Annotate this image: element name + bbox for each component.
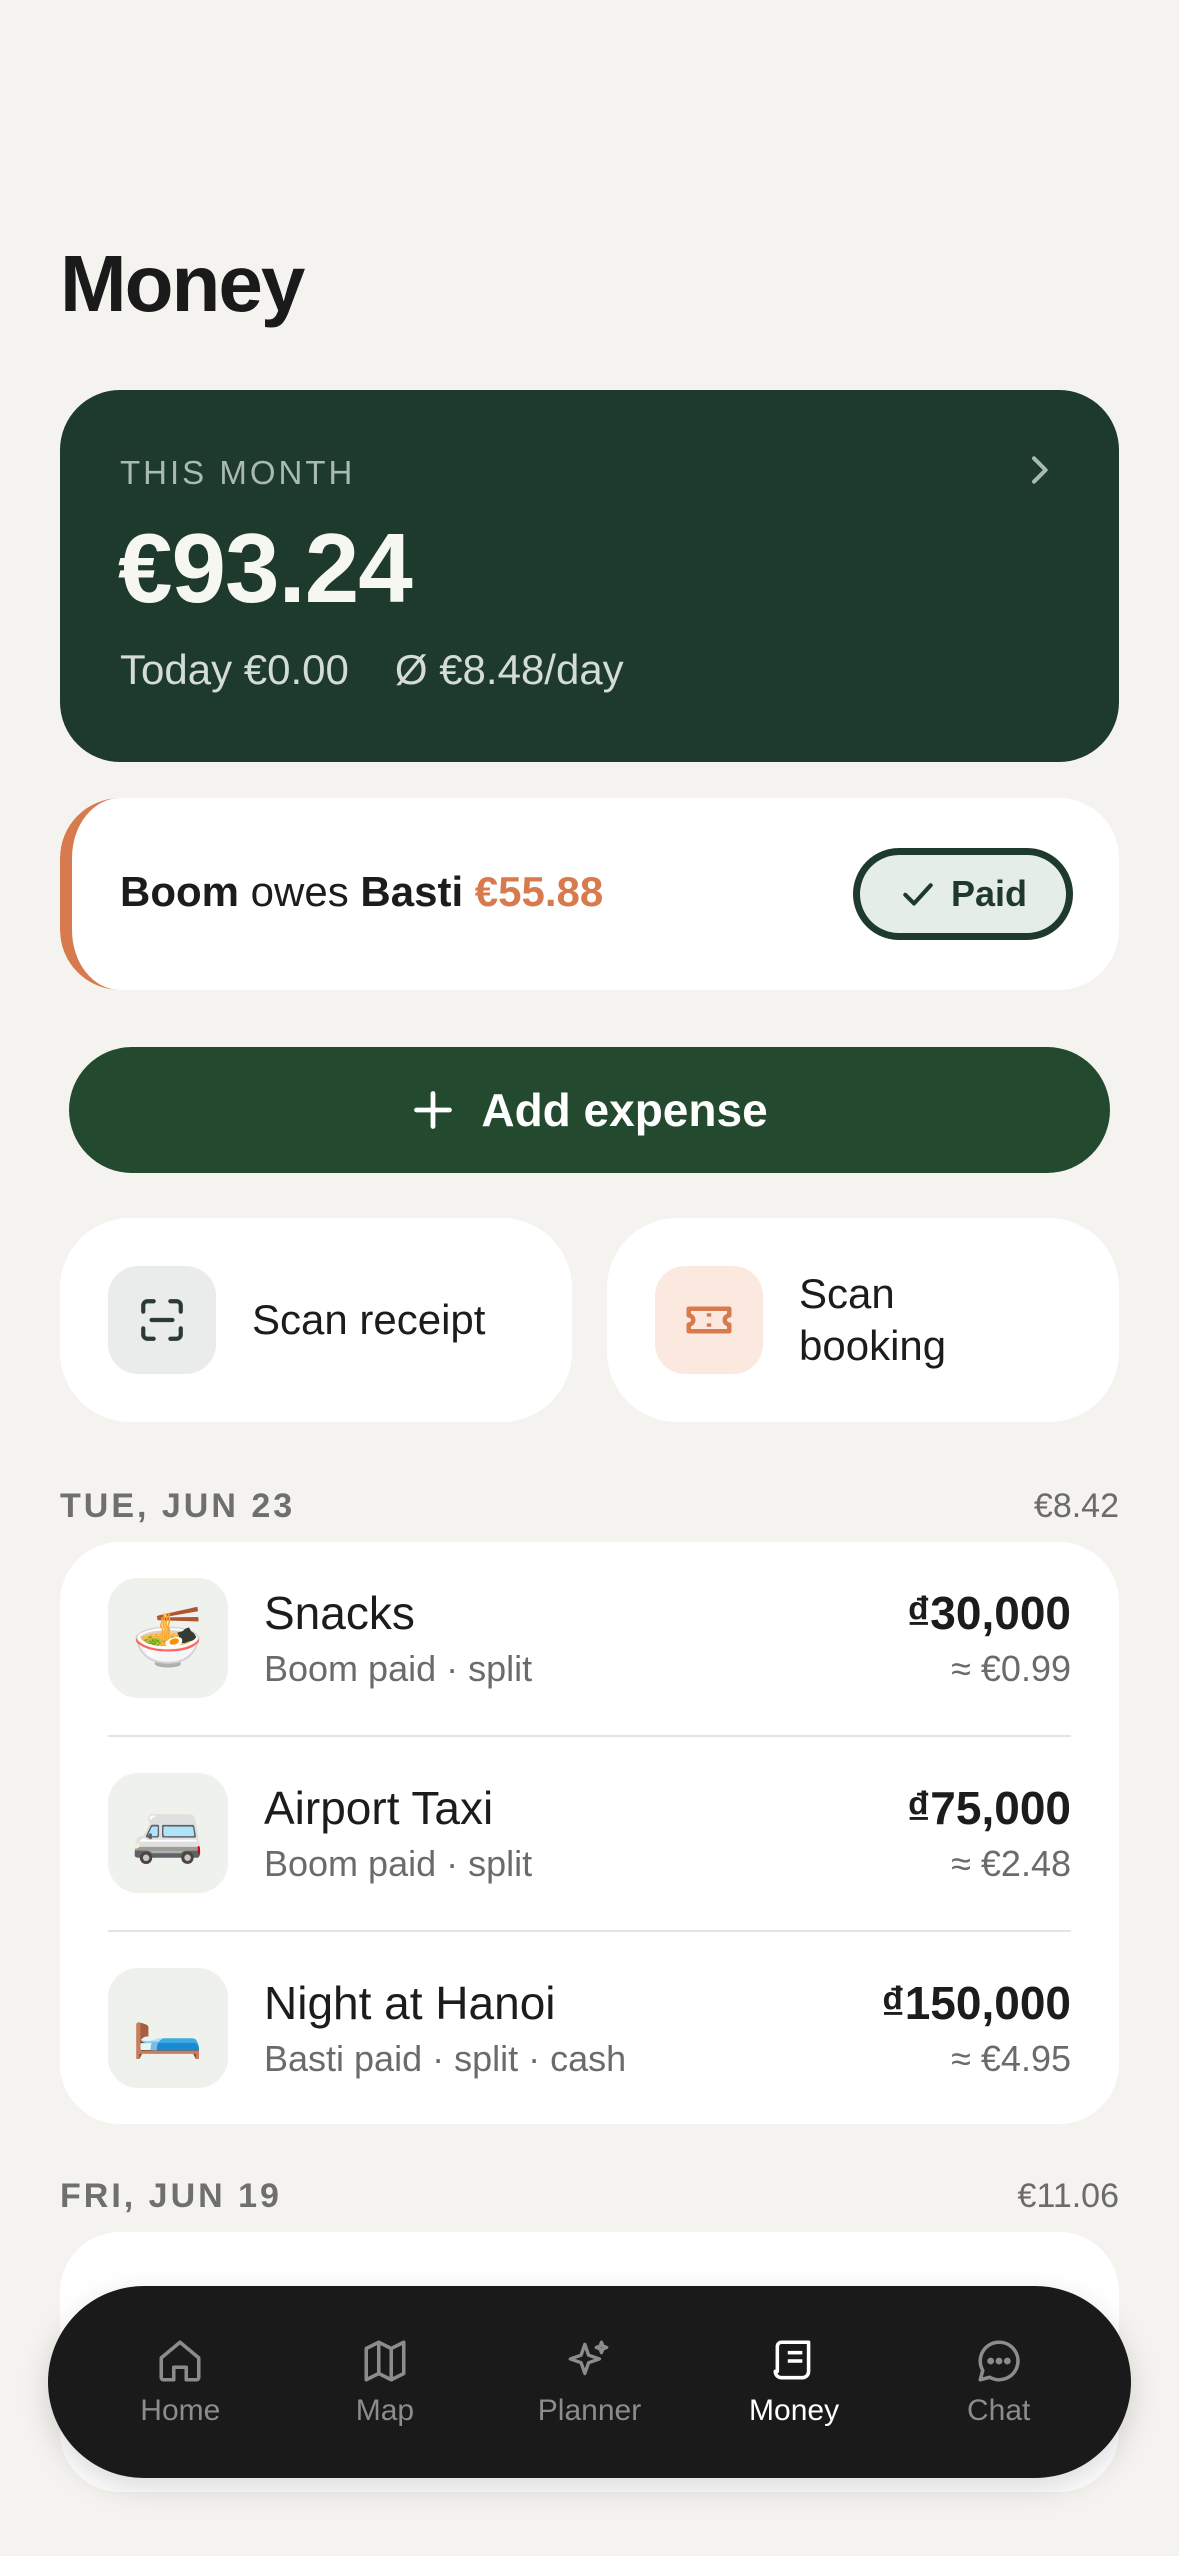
scan-booking-button[interactable]: Scan booking (607, 1218, 1119, 1422)
receipt-icon (773, 2340, 811, 2380)
expense-row[interactable]: 🛏️ Night at Hanoi Basti paid · split · c… (60, 1932, 1119, 2127)
summary-subline: Today €0.00 Ø €8.48/day (120, 646, 624, 694)
day-header: TUE, JUN 23 €8.42 (60, 1484, 1119, 1528)
home-icon (159, 2340, 201, 2382)
expense-meta: Boom paid · split (264, 1648, 533, 1689)
plus-icon (414, 1091, 453, 1129)
day-header: FRI, JUN 19 €11.06 (60, 2174, 1119, 2218)
chevron-right-icon (1032, 456, 1048, 484)
expense-title: Night at Hanoi (264, 1977, 556, 2029)
check-icon (903, 883, 933, 906)
day-total: €11.06 (1017, 2176, 1119, 2215)
add-expense-label: Add expense (481, 1084, 768, 1136)
expense-row[interactable]: 🚐 Airport Taxi Boom paid · split ₫75,000… (60, 1737, 1119, 1932)
daily-average: Ø €8.48/day (394, 646, 624, 693)
expense-amount: ₫30,000 (906, 1587, 1071, 1639)
expense-converted: ≈ €0.99 (951, 1648, 1071, 1689)
bed-icon: 🛏️ (108, 1968, 228, 2088)
expense-converted: ≈ €4.95 (951, 2038, 1071, 2079)
noodles-icon: 🍜 (108, 1578, 228, 1698)
chat-icon (978, 2340, 1020, 2382)
day-date: FRI, JUN 19 (60, 2176, 282, 2215)
expense-title: Airport Taxi (264, 1782, 494, 1834)
tab-label: Map (355, 2394, 415, 2427)
debt-verb: owes (250, 868, 349, 915)
summary-label: THIS MONTH (120, 454, 356, 491)
map-icon (364, 2340, 406, 2382)
creditor-name: Basti (360, 868, 464, 915)
minibus-icon: 🚐 (108, 1773, 228, 1893)
tab-label: Chat (966, 2394, 1031, 2427)
debt-accent-bar (60, 798, 120, 990)
scan-booking-label: Scan booking (799, 1268, 946, 1372)
page-title: Money (60, 239, 305, 328)
month-total: €93.24 (118, 513, 413, 623)
mark-paid-button[interactable]: Paid (853, 848, 1073, 940)
day-date: TUE, JUN 23 (60, 1486, 296, 1525)
debtor-name: Boom (120, 868, 239, 915)
tab-label: Home (140, 2394, 221, 2427)
tab-money[interactable]: Money (704, 2336, 884, 2428)
scan-icon (108, 1266, 216, 1374)
sparkles-icon (569, 2340, 609, 2376)
tab-label: Planner (537, 2394, 642, 2427)
expense-title: Snacks (264, 1587, 415, 1639)
expense-list: 🍜 Snacks Boom paid · split ₫30,000 ≈ €0.… (60, 1542, 1119, 2124)
scan-receipt-button[interactable]: Scan receipt (60, 1218, 572, 1422)
tab-bar: Home Map Planner Money Chat (48, 2286, 1131, 2478)
month-summary-card[interactable]: THIS MONTH €93.24 Today €0.00 Ø €8.48/day (60, 390, 1119, 762)
today-spend: Today €0.00 (120, 646, 349, 693)
paid-label: Paid (950, 873, 1028, 914)
tab-chat[interactable]: Chat (909, 2336, 1089, 2428)
tab-planner[interactable]: Planner (499, 2336, 679, 2428)
day-total: €8.42 (1033, 1486, 1119, 1525)
tab-label: Money (749, 2394, 840, 2427)
scan-booking-label-line2: booking (799, 1322, 947, 1369)
debt-text: Boom owes Basti €55.88 (120, 868, 603, 916)
expense-amount: ₫75,000 (906, 1782, 1071, 1834)
tab-map[interactable]: Map (295, 2336, 475, 2428)
expense-meta: Boom paid · split (264, 1843, 533, 1884)
expense-converted: ≈ €2.48 (951, 1843, 1071, 1884)
expense-meta: Basti paid · split · cash (264, 2038, 627, 2079)
scan-booking-label-line1: Scan (799, 1270, 895, 1317)
expense-row[interactable]: 🍜 Snacks Boom paid · split ₫30,000 ≈ €0.… (60, 1542, 1119, 1737)
ticket-icon (655, 1266, 763, 1374)
tab-home[interactable]: Home (90, 2336, 270, 2428)
scan-receipt-label: Scan receipt (252, 1296, 486, 1343)
expense-amount: ₫150,000 (881, 1977, 1071, 2029)
add-expense-button[interactable]: Add expense (69, 1047, 1110, 1173)
settle-up-card: Boom owes Basti €55.88 Paid (60, 798, 1119, 990)
debt-amount: €55.88 (474, 868, 604, 915)
